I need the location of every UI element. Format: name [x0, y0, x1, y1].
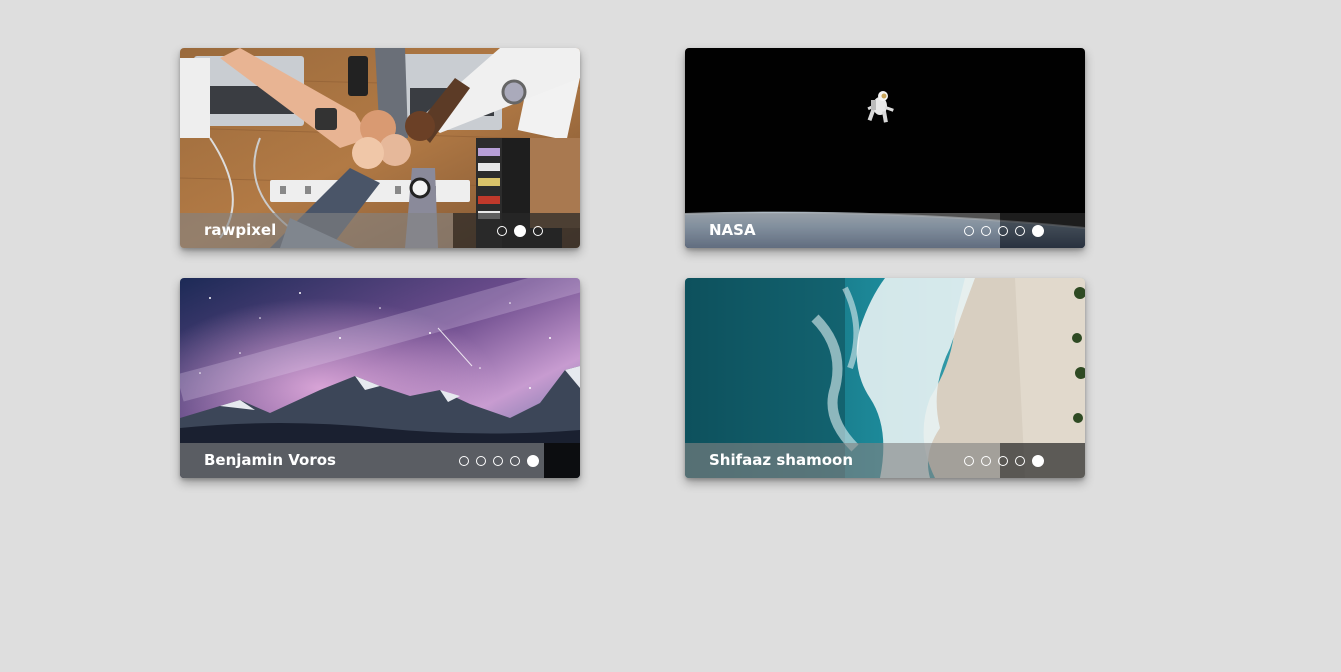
slide-dot-2[interactable]: [981, 226, 991, 236]
image-card-rawpixel[interactable]: rawpixel: [180, 48, 580, 248]
slide-dot-4[interactable]: [510, 456, 520, 466]
image-card-shifaaz-shamoon[interactable]: Shifaaz shamoon: [685, 278, 1085, 478]
slide-pager: [964, 455, 1044, 467]
photographer-caption: NASA: [709, 221, 756, 239]
pager-background: [544, 443, 580, 478]
image-card-benjamin-voros[interactable]: Benjamin Voros: [180, 278, 580, 478]
photographer-caption: rawpixel: [204, 221, 277, 239]
slide-dot-1[interactable]: [964, 226, 974, 236]
slide-dot-1[interactable]: [964, 456, 974, 466]
image-card-nasa[interactable]: NASA: [685, 48, 1085, 248]
slide-pager: [964, 225, 1044, 237]
slide-pager: [459, 455, 539, 467]
slide-pager: [497, 225, 543, 237]
slide-dot-3[interactable]: [998, 456, 1008, 466]
slide-dot-3[interactable]: [493, 456, 503, 466]
slide-dot-4[interactable]: [1015, 456, 1025, 466]
slide-dot-3[interactable]: [533, 226, 543, 236]
slide-dot-5-active[interactable]: [1032, 455, 1044, 467]
slide-dot-5-active[interactable]: [1032, 225, 1044, 237]
slide-dot-5-active[interactable]: [527, 455, 539, 467]
slide-dot-2[interactable]: [476, 456, 486, 466]
slide-dot-3[interactable]: [998, 226, 1008, 236]
slide-dot-1[interactable]: [497, 226, 507, 236]
photographer-caption: Benjamin Voros: [204, 451, 336, 469]
photographer-caption: Shifaaz shamoon: [709, 451, 853, 469]
slide-dot-2-active[interactable]: [514, 225, 526, 237]
slide-dot-4[interactable]: [1015, 226, 1025, 236]
slide-dot-1[interactable]: [459, 456, 469, 466]
slide-dot-2[interactable]: [981, 456, 991, 466]
